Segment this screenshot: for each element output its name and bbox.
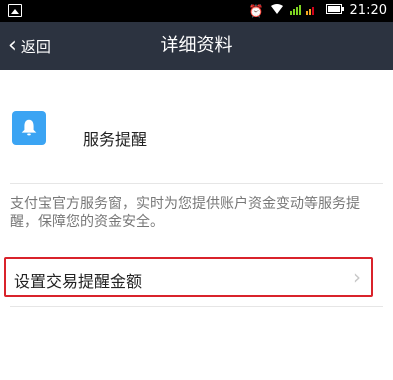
bell-icon: [12, 111, 46, 145]
divider: [10, 183, 383, 184]
back-button[interactable]: ‹ 返回: [8, 22, 51, 70]
alarm-icon: ⏰: [248, 4, 264, 18]
chevron-right-icon: ›: [353, 265, 361, 289]
signal-icon: [289, 3, 320, 19]
nav-bar: ‹ 返回 详细资料: [0, 22, 393, 70]
wifi-icon: [270, 3, 284, 19]
set-alert-amount-row[interactable]: 设置交易提醒金额 ›: [4, 257, 373, 297]
battery-icon: [325, 3, 344, 19]
image-icon: [8, 4, 22, 17]
service-description: 支付宝官方服务窗，实时为您提供账户资金变动等服务提醒，保障您的资金安全。: [10, 196, 360, 230]
status-bar: ⏰ 21:20: [0, 0, 393, 22]
clock: 21:20: [349, 3, 387, 18]
detail-content: 服务提醒 支付宝官方服务窗，实时为您提供账户资金变动等服务提醒，保障您的资金安全…: [0, 70, 393, 380]
back-label: 返回: [20, 37, 51, 56]
chevron-left-icon: ‹: [8, 33, 17, 58]
service-header: 服务提醒: [0, 70, 393, 152]
service-name: 服务提醒: [83, 130, 148, 149]
set-alert-amount-label: 设置交易提醒金额: [14, 272, 143, 291]
page-title: 详细资料: [160, 35, 233, 56]
divider: [10, 306, 383, 307]
